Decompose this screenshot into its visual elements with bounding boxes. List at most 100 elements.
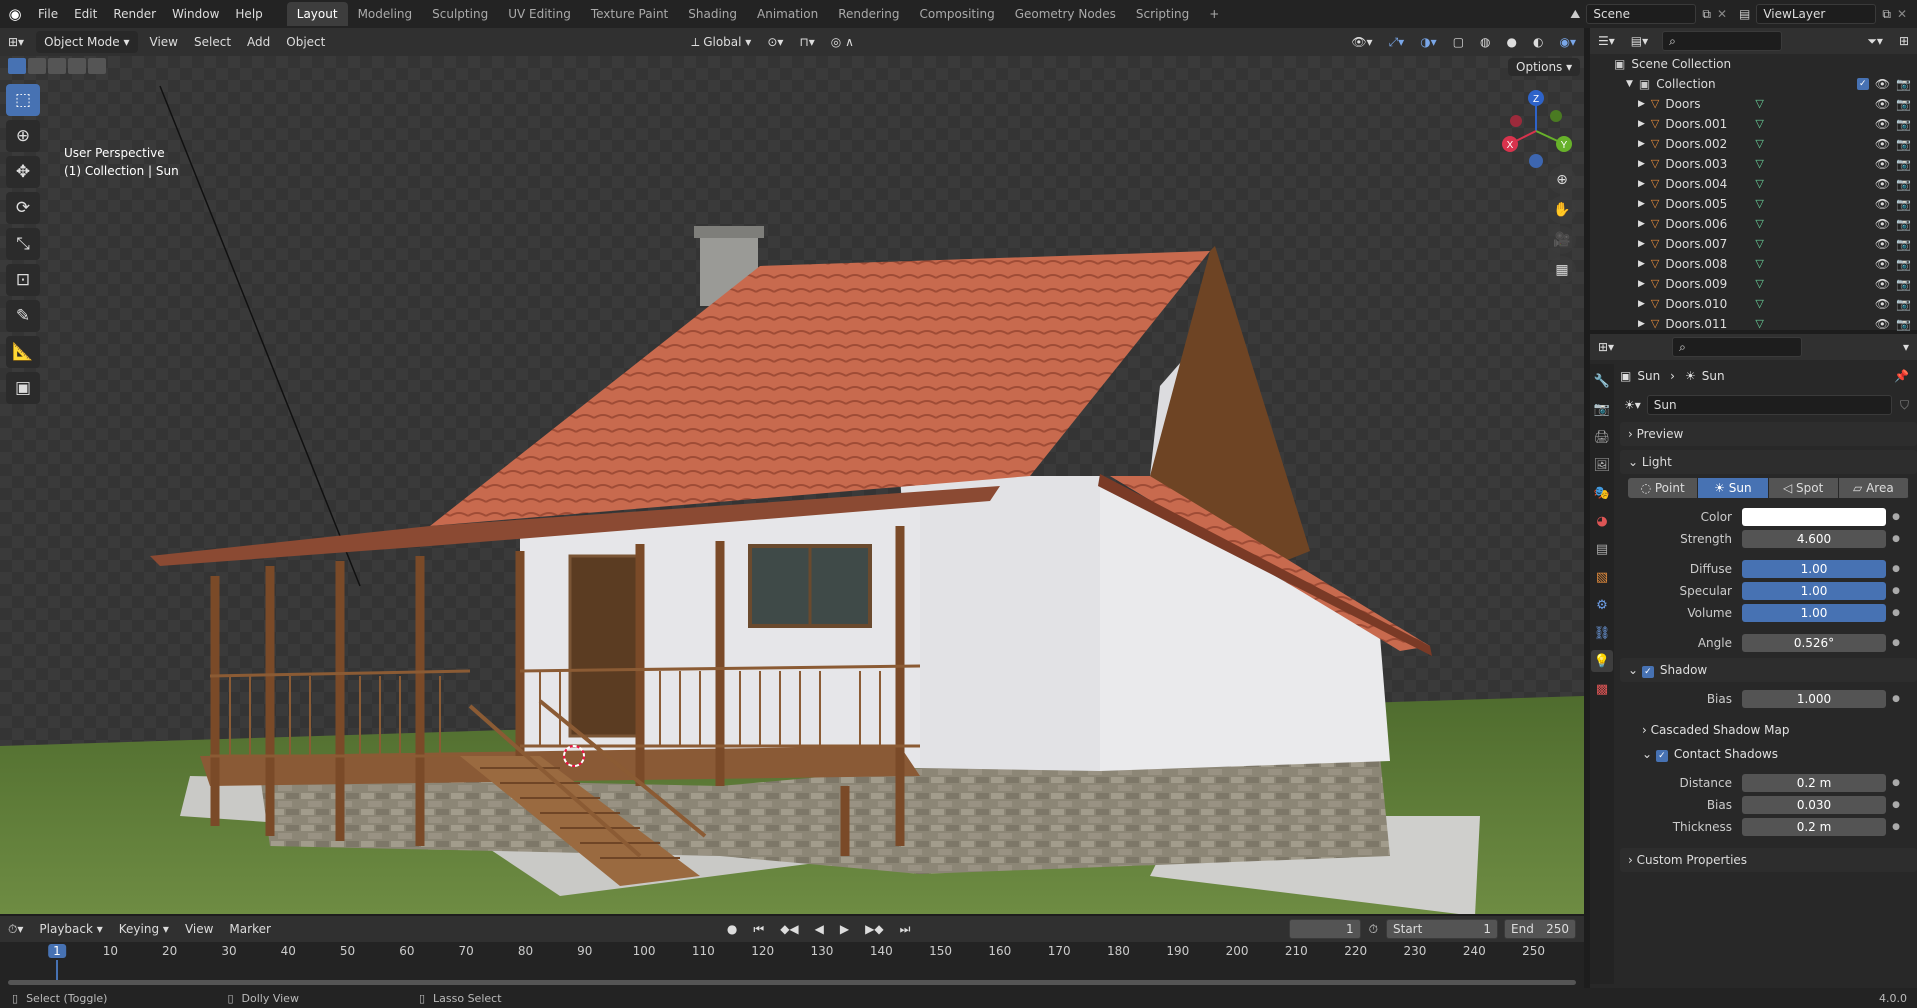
outliner-item[interactable]: ▶ ▽ Doors.002 ▽ 👁 📷: [1590, 134, 1917, 154]
end-frame-field[interactable]: End 250: [1504, 919, 1576, 939]
render-camera-icon[interactable]: 📷: [1896, 194, 1911, 214]
editor-type-icon[interactable]: ⊞▾: [0, 31, 32, 53]
camera-view-icon[interactable]: 🎥: [1548, 226, 1576, 254]
visibility-eye-icon[interactable]: 👁: [1875, 194, 1890, 214]
render-camera-icon[interactable]: 📷: [1896, 154, 1911, 174]
ortho-toggle-icon[interactable]: ▦: [1548, 256, 1576, 284]
tab-compositing[interactable]: Compositing: [909, 2, 1004, 26]
expand-icon[interactable]: ▶: [1638, 294, 1645, 314]
keyframe-dot-icon[interactable]: ●: [1886, 800, 1906, 810]
visibility-eye-icon[interactable]: 👁: [1875, 134, 1890, 154]
panel-cascaded[interactable]: › Cascaded Shadow Map: [1620, 718, 1917, 742]
outliner-item[interactable]: ▶ ▽ Doors.003 ▽ 👁 📷: [1590, 154, 1917, 174]
start-frame-field[interactable]: Start 1: [1386, 919, 1498, 939]
light-data-tab-icon[interactable]: 💡: [1591, 650, 1613, 672]
visibility-eye-icon[interactable]: 👁: [1875, 234, 1890, 254]
xray-icon[interactable]: ▢: [1445, 31, 1472, 53]
view-layer-icon[interactable]: ▤: [1739, 7, 1750, 21]
outliner-item[interactable]: ▶ ▽ Doors.005 ▽ 👁 📷: [1590, 194, 1917, 214]
shading-rendered-icon[interactable]: ◉▾: [1552, 31, 1585, 53]
expand-icon[interactable]: ▶: [1638, 194, 1645, 214]
menu-window[interactable]: Window: [164, 0, 227, 28]
mesh-data-icon[interactable]: ▽: [1755, 214, 1763, 234]
select-extend-icon[interactable]: [28, 58, 46, 74]
tab-animation[interactable]: Animation: [747, 2, 828, 26]
mesh-data-icon[interactable]: ▽: [1755, 114, 1763, 134]
outliner-item[interactable]: ▶ ▽ Doors.001 ▽ 👁 📷: [1590, 114, 1917, 134]
outliner-item[interactable]: ▶ ▽ Doors.006 ▽ 👁 📷: [1590, 214, 1917, 234]
tab-shading[interactable]: Shading: [678, 2, 747, 26]
constraint-tab-icon[interactable]: ⛓: [1591, 622, 1613, 644]
measure-icon[interactable]: 📐: [6, 336, 40, 368]
collection-render-icon[interactable]: 📷: [1896, 74, 1911, 94]
menu-keying[interactable]: Keying ▾: [111, 918, 177, 940]
transform-icon[interactable]: ⊡: [6, 264, 40, 296]
expand-icon[interactable]: ▶: [1638, 314, 1645, 334]
properties-editor-icon[interactable]: ⊞▾: [1590, 336, 1622, 358]
select-new-icon[interactable]: [8, 58, 26, 74]
keyframe-dot-icon[interactable]: ●: [1886, 638, 1906, 648]
timeline-track[interactable]: 1 10 20 30 40 50 60 70 80 90 100 110 120 130 140 150 160…: [0, 942, 1584, 988]
tab-scripting[interactable]: Scripting: [1126, 2, 1199, 26]
select-intersect-icon[interactable]: [88, 58, 106, 74]
object-tab-icon[interactable]: ▧: [1591, 566, 1613, 588]
tab-rendering[interactable]: Rendering: [828, 2, 909, 26]
expand-icon[interactable]: ▶: [1638, 234, 1645, 254]
specular-field[interactable]: 1.00: [1742, 582, 1886, 600]
menu-timeline-view[interactable]: View: [177, 918, 221, 940]
pivot-icon[interactable]: ⊙▾: [759, 31, 791, 53]
collection-visibility-icon[interactable]: 👁: [1875, 74, 1890, 94]
properties-options-icon[interactable]: ▾: [1895, 336, 1917, 358]
scene-tab-icon[interactable]: 🎭: [1591, 482, 1613, 504]
keyframe-dot-icon[interactable]: ●: [1886, 822, 1906, 832]
tab-modeling[interactable]: Modeling: [348, 2, 423, 26]
play-icon[interactable]: ▶: [832, 918, 857, 940]
options-button[interactable]: Options ▾: [1508, 58, 1581, 76]
properties-search-input[interactable]: ⌕: [1672, 337, 1803, 357]
keyframe-dot-icon[interactable]: ●: [1886, 586, 1906, 596]
menu-object[interactable]: Object: [278, 31, 333, 53]
keyframe-dot-icon[interactable]: ●: [1886, 512, 1906, 522]
visibility-eye-icon[interactable]: 👁: [1875, 94, 1890, 114]
scene-collection-row[interactable]: ▣ Scene Collection: [1590, 54, 1917, 74]
visibility-eye-icon[interactable]: 👁: [1875, 114, 1890, 134]
menu-edit[interactable]: Edit: [66, 0, 105, 28]
collection-row[interactable]: ▼ ▣ Collection ✓ 👁 📷: [1590, 74, 1917, 94]
menu-add[interactable]: Add: [239, 31, 278, 53]
move-icon[interactable]: ✥: [6, 156, 40, 188]
render-camera-icon[interactable]: 📷: [1896, 214, 1911, 234]
thickness-field[interactable]: 0.2 m: [1742, 818, 1886, 836]
select-invert-icon[interactable]: [68, 58, 86, 74]
world-tab-icon[interactable]: ◕: [1591, 510, 1613, 532]
render-camera-icon[interactable]: 📷: [1896, 274, 1911, 294]
tab-texture-paint[interactable]: Texture Paint: [581, 2, 678, 26]
select-subtract-icon[interactable]: [48, 58, 66, 74]
shadow-checkbox[interactable]: ✓: [1641, 666, 1654, 678]
render-camera-icon[interactable]: 📷: [1896, 234, 1911, 254]
select-box-icon[interactable]: ⬚: [6, 84, 40, 116]
strength-field[interactable]: 4.600: [1742, 530, 1886, 548]
record-icon[interactable]: ●: [719, 918, 745, 940]
angle-field[interactable]: 0.526°: [1742, 634, 1886, 652]
pan-hand-icon[interactable]: ✋: [1548, 196, 1576, 224]
shading-solid-icon[interactable]: ●: [1499, 31, 1525, 53]
filter-icon[interactable]: ⏷▾: [1859, 30, 1891, 52]
panel-contact[interactable]: ⌄ ✓ Contact Shadows: [1620, 742, 1917, 766]
panel-preview[interactable]: › Preview: [1620, 422, 1917, 446]
proportional-edit-icon[interactable]: ◎ ∧: [823, 31, 862, 53]
expand-icon[interactable]: ▶: [1638, 174, 1645, 194]
overlay-toggle-icon[interactable]: ◑▾: [1412, 31, 1445, 53]
collection-tab-icon[interactable]: ▤: [1591, 538, 1613, 560]
visibility-eye-icon[interactable]: 👁: [1875, 214, 1890, 234]
light-datablock-field[interactable]: Sun: [1646, 395, 1892, 415]
menu-marker[interactable]: Marker: [221, 918, 278, 940]
zoom-icon[interactable]: ⊕: [1548, 166, 1576, 194]
play-reverse-icon[interactable]: ◀: [807, 918, 832, 940]
shading-material-icon[interactable]: ◐: [1525, 31, 1551, 53]
visibility-icon[interactable]: 👁▾: [1343, 31, 1380, 53]
tool-tab-icon[interactable]: 🔧: [1591, 370, 1613, 392]
add-cube-icon[interactable]: ▣: [6, 372, 40, 404]
prev-key-icon[interactable]: ◆◀: [772, 918, 806, 940]
menu-file[interactable]: File: [30, 0, 66, 28]
view-layer-close-icon[interactable]: ✕: [1897, 7, 1907, 21]
